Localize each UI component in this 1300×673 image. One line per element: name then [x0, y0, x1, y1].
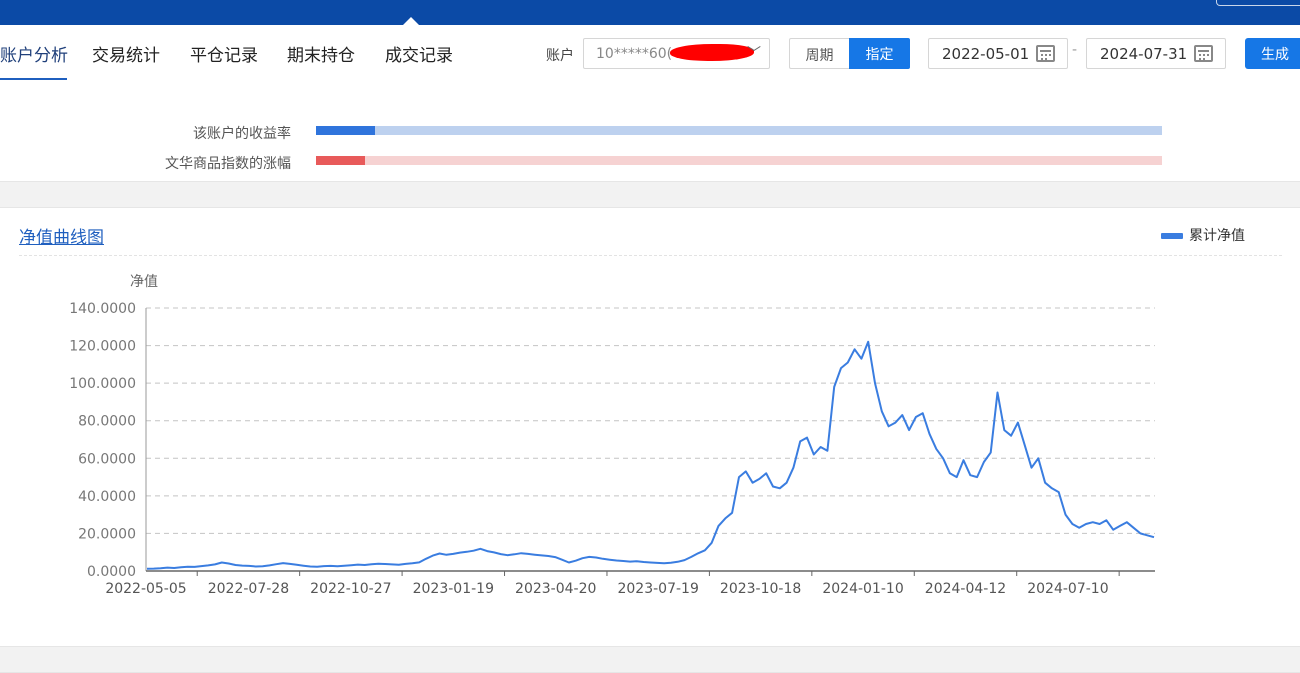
- account-select[interactable]: 10*****60( ﹀: [583, 38, 770, 69]
- legend-swatch: [1161, 233, 1183, 239]
- section-divider: [0, 181, 1300, 208]
- y-tick-label: 0.0000: [87, 564, 136, 580]
- redaction-mark: [670, 44, 754, 61]
- x-tick-label: 2022-05-05: [105, 581, 186, 597]
- x-tick-label: 2024-07-10: [1027, 581, 1108, 597]
- x-tick-label: 2024-04-12: [925, 581, 1006, 597]
- account-return-label: 该账户的收益率: [193, 126, 291, 142]
- tab-closing-records[interactable]: 平仓记录: [190, 41, 258, 66]
- end-date-input[interactable]: 2024-07-31: [1086, 38, 1226, 69]
- series-line: [146, 340, 1155, 570]
- generate-button[interactable]: 生成: [1245, 38, 1300, 69]
- tab-period-end-positions[interactable]: 期末持仓: [287, 41, 355, 66]
- x-tick-label: 2024-01-10: [822, 581, 903, 597]
- chart-legend[interactable]: 累计净值: [1161, 225, 1245, 245]
- top-corner-button[interactable]: [1216, 0, 1300, 6]
- start-date-input[interactable]: 2022-05-01: [928, 38, 1068, 69]
- bottom-divider: [0, 646, 1300, 673]
- account-value: 10*****60(: [596, 46, 673, 62]
- net-value-chart: 净值 0.0000 20.0000 40.0000 60.0000 80.0000 100.…: [69, 274, 1155, 597]
- active-nav-indicator: [403, 17, 419, 25]
- tab-transaction-records[interactable]: 成交记录: [385, 41, 453, 66]
- calendar-icon[interactable]: [1194, 45, 1213, 62]
- chart-title[interactable]: 净值曲线图: [19, 223, 104, 248]
- tab-account-analysis[interactable]: 账户分析: [0, 41, 68, 66]
- y-tick-label: 100.0000: [69, 376, 136, 392]
- end-date-value: 2024-07-31: [1100, 45, 1188, 63]
- date-separator: -: [1072, 42, 1078, 58]
- tab-trade-statistics[interactable]: 交易统计: [92, 41, 160, 66]
- y-tick-label: 80.0000: [78, 414, 136, 430]
- x-tick-label: 2022-07-28: [208, 581, 289, 597]
- account-return-bar: [316, 126, 1162, 135]
- start-date-value: 2022-05-01: [942, 45, 1030, 63]
- x-tick-label: 2023-07-19: [617, 581, 698, 597]
- x-tick-label: 2022-10-27: [310, 581, 391, 597]
- y-axis-label: 净值: [130, 274, 158, 290]
- specify-button[interactable]: 指定: [849, 38, 910, 69]
- account-return-fill: [316, 126, 376, 135]
- account-label: 账户: [546, 48, 574, 64]
- y-tick-label: 140.0000: [69, 301, 136, 317]
- x-tick-label: 2023-04-20: [515, 581, 596, 597]
- active-tab-underline: [0, 78, 67, 80]
- index-change-bar: [316, 156, 1162, 165]
- y-tick-label: 20.0000: [78, 526, 136, 542]
- index-change-fill: [316, 156, 366, 165]
- period-button[interactable]: 周期: [789, 38, 849, 69]
- y-tick-label: 60.0000: [78, 451, 136, 467]
- top-banner: [0, 0, 1300, 25]
- y-tick-label: 40.0000: [78, 489, 136, 505]
- chevron-down-icon: ﹀: [747, 46, 761, 62]
- x-tick-label: 2023-01-19: [413, 581, 494, 597]
- y-tick-label: 120.0000: [69, 339, 136, 355]
- x-tick-label: 2023-10-18: [720, 581, 801, 597]
- title-divider: [19, 255, 1282, 256]
- index-change-label: 文华商品指数的涨幅: [165, 156, 291, 172]
- legend-label: 累计净值: [1189, 228, 1245, 244]
- calendar-icon[interactable]: [1036, 45, 1055, 62]
